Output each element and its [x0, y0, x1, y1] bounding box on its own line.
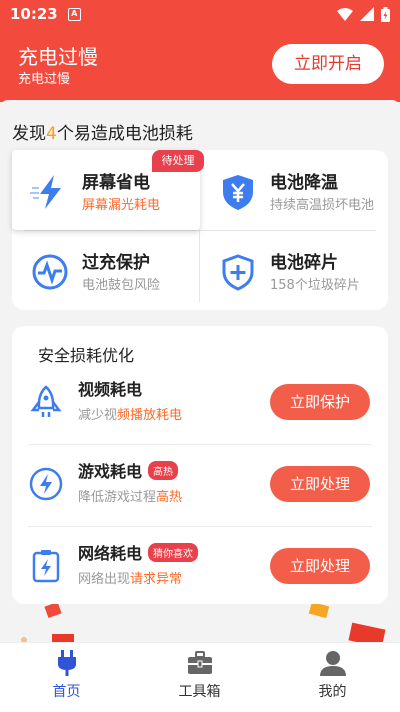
- issues-heading: 发现4个易造成电池损耗: [12, 119, 193, 144]
- shield-plus-icon: [222, 254, 254, 291]
- hot-tag: 高热: [148, 460, 179, 480]
- desc-plain: 减少视: [78, 408, 118, 423]
- divider: [28, 444, 372, 445]
- row-desc: 降低游戏过程高热: [78, 486, 182, 505]
- optimize-row-network: 网络耗电 猜你喜欢 网络出现请求异常 立即处理: [12, 528, 388, 608]
- status-bar: 10:23 A: [0, 0, 400, 28]
- tab-label: 首页: [52, 684, 81, 700]
- issue-screen-saving[interactable]: 屏幕省电 屏幕漏光耗电 待处理: [12, 150, 204, 230]
- desc-plain: 降低游戏过程: [78, 490, 157, 505]
- issue-name: 电池降温: [270, 173, 338, 193]
- protect-now-button[interactable]: 立即保护: [270, 384, 370, 420]
- desc-highlight: 高热: [156, 490, 183, 505]
- row-desc: 减少视频播放耗电: [78, 404, 182, 423]
- lightning-icon: [30, 175, 61, 209]
- tab-label: 工具箱: [178, 684, 221, 700]
- optimize-row-video: 视频耗电 减少视频播放耗电 立即保护: [12, 364, 388, 444]
- signal-icon: [360, 7, 374, 21]
- tab-toolbox[interactable]: 工具箱: [133, 643, 266, 712]
- issues-heading-prefix: 发现: [12, 124, 46, 144]
- row-name: 游戏耗电 高热: [78, 458, 179, 482]
- notification-icon: A: [67, 7, 81, 21]
- shield-yen-icon: [223, 175, 253, 210]
- header-curve: [0, 100, 400, 108]
- issue-name: 电池碎片: [270, 253, 338, 273]
- toolbox-icon: [188, 651, 212, 674]
- desc-highlight: 请求异常: [130, 572, 183, 587]
- clipboard-bolt-icon: [32, 550, 60, 583]
- row-title: 视频耗电: [78, 380, 143, 399]
- process-now-button[interactable]: 立即处理: [270, 548, 370, 584]
- tab-mine[interactable]: 我的: [266, 643, 399, 712]
- pending-badge: 待处理: [152, 150, 204, 172]
- issue-battery-cooling[interactable]: 电池降温 持续高温损坏电池: [200, 150, 388, 230]
- bottom-tab-bar: 首页 工具箱 我的: [0, 642, 400, 712]
- process-now-button[interactable]: 立即处理: [270, 466, 370, 502]
- header: 充电过慢 充电过慢 立即开启: [0, 28, 400, 102]
- optimize-title: 安全损耗优化: [38, 346, 135, 365]
- row-title: 游戏耗电: [78, 462, 143, 481]
- issue-name: 过充保护: [82, 253, 150, 273]
- issues-card: 屏幕省电 屏幕漏光耗电 待处理 电池降温 持续高温损坏电池 过充保护 电池鼓包风…: [12, 150, 388, 310]
- row-name: 网络耗电 猜你喜欢: [78, 540, 199, 564]
- issue-desc: 158个垃圾碎片: [270, 278, 360, 293]
- issues-heading-suffix: 个易造成电池损耗: [56, 124, 193, 144]
- bolt-circle-icon: [29, 467, 63, 501]
- rocket-icon: [30, 385, 62, 417]
- tab-home[interactable]: 首页: [0, 643, 133, 712]
- status-time: 10:23: [10, 5, 58, 23]
- tab-label: 我的: [318, 684, 347, 700]
- plug-icon: [58, 650, 76, 676]
- enable-now-button[interactable]: 立即开启: [272, 44, 384, 84]
- red-envelope-decoration: [21, 604, 386, 644]
- row-desc: 网络出现请求异常: [78, 568, 182, 587]
- wifi-icon: [337, 7, 353, 21]
- pulse-icon: [32, 254, 68, 290]
- row-title: 网络耗电: [78, 544, 143, 563]
- optimize-row-game: 游戏耗电 高热 降低游戏过程高热 立即处理: [12, 446, 388, 526]
- row-name: 视频耗电: [78, 376, 142, 400]
- issue-desc: 屏幕漏光耗电: [82, 198, 161, 213]
- issues-count: 4: [46, 124, 57, 144]
- optimize-card: 安全损耗优化 视频耗电 减少视频播放耗电 立即保护 游戏耗电 高热 降低游戏过程高…: [12, 326, 388, 604]
- desc-plain: 网络出现: [78, 572, 131, 587]
- issue-overcharge[interactable]: 过充保护 电池鼓包风险: [12, 230, 200, 310]
- issue-name: 屏幕省电: [82, 173, 150, 193]
- divider: [28, 526, 372, 527]
- desc-highlight: 频播放耗电: [117, 408, 183, 423]
- issue-desc: 电池鼓包风险: [82, 278, 161, 293]
- issue-battery-fragments[interactable]: 电池碎片 158个垃圾碎片: [200, 230, 388, 310]
- user-icon: [320, 651, 346, 676]
- issue-desc: 持续高温损坏电池: [270, 198, 375, 213]
- recommend-tag: 猜你喜欢: [148, 542, 199, 562]
- page-title: 充电过慢: [18, 45, 98, 69]
- battery-icon: [381, 6, 390, 22]
- page-subtitle: 充电过慢: [18, 72, 71, 87]
